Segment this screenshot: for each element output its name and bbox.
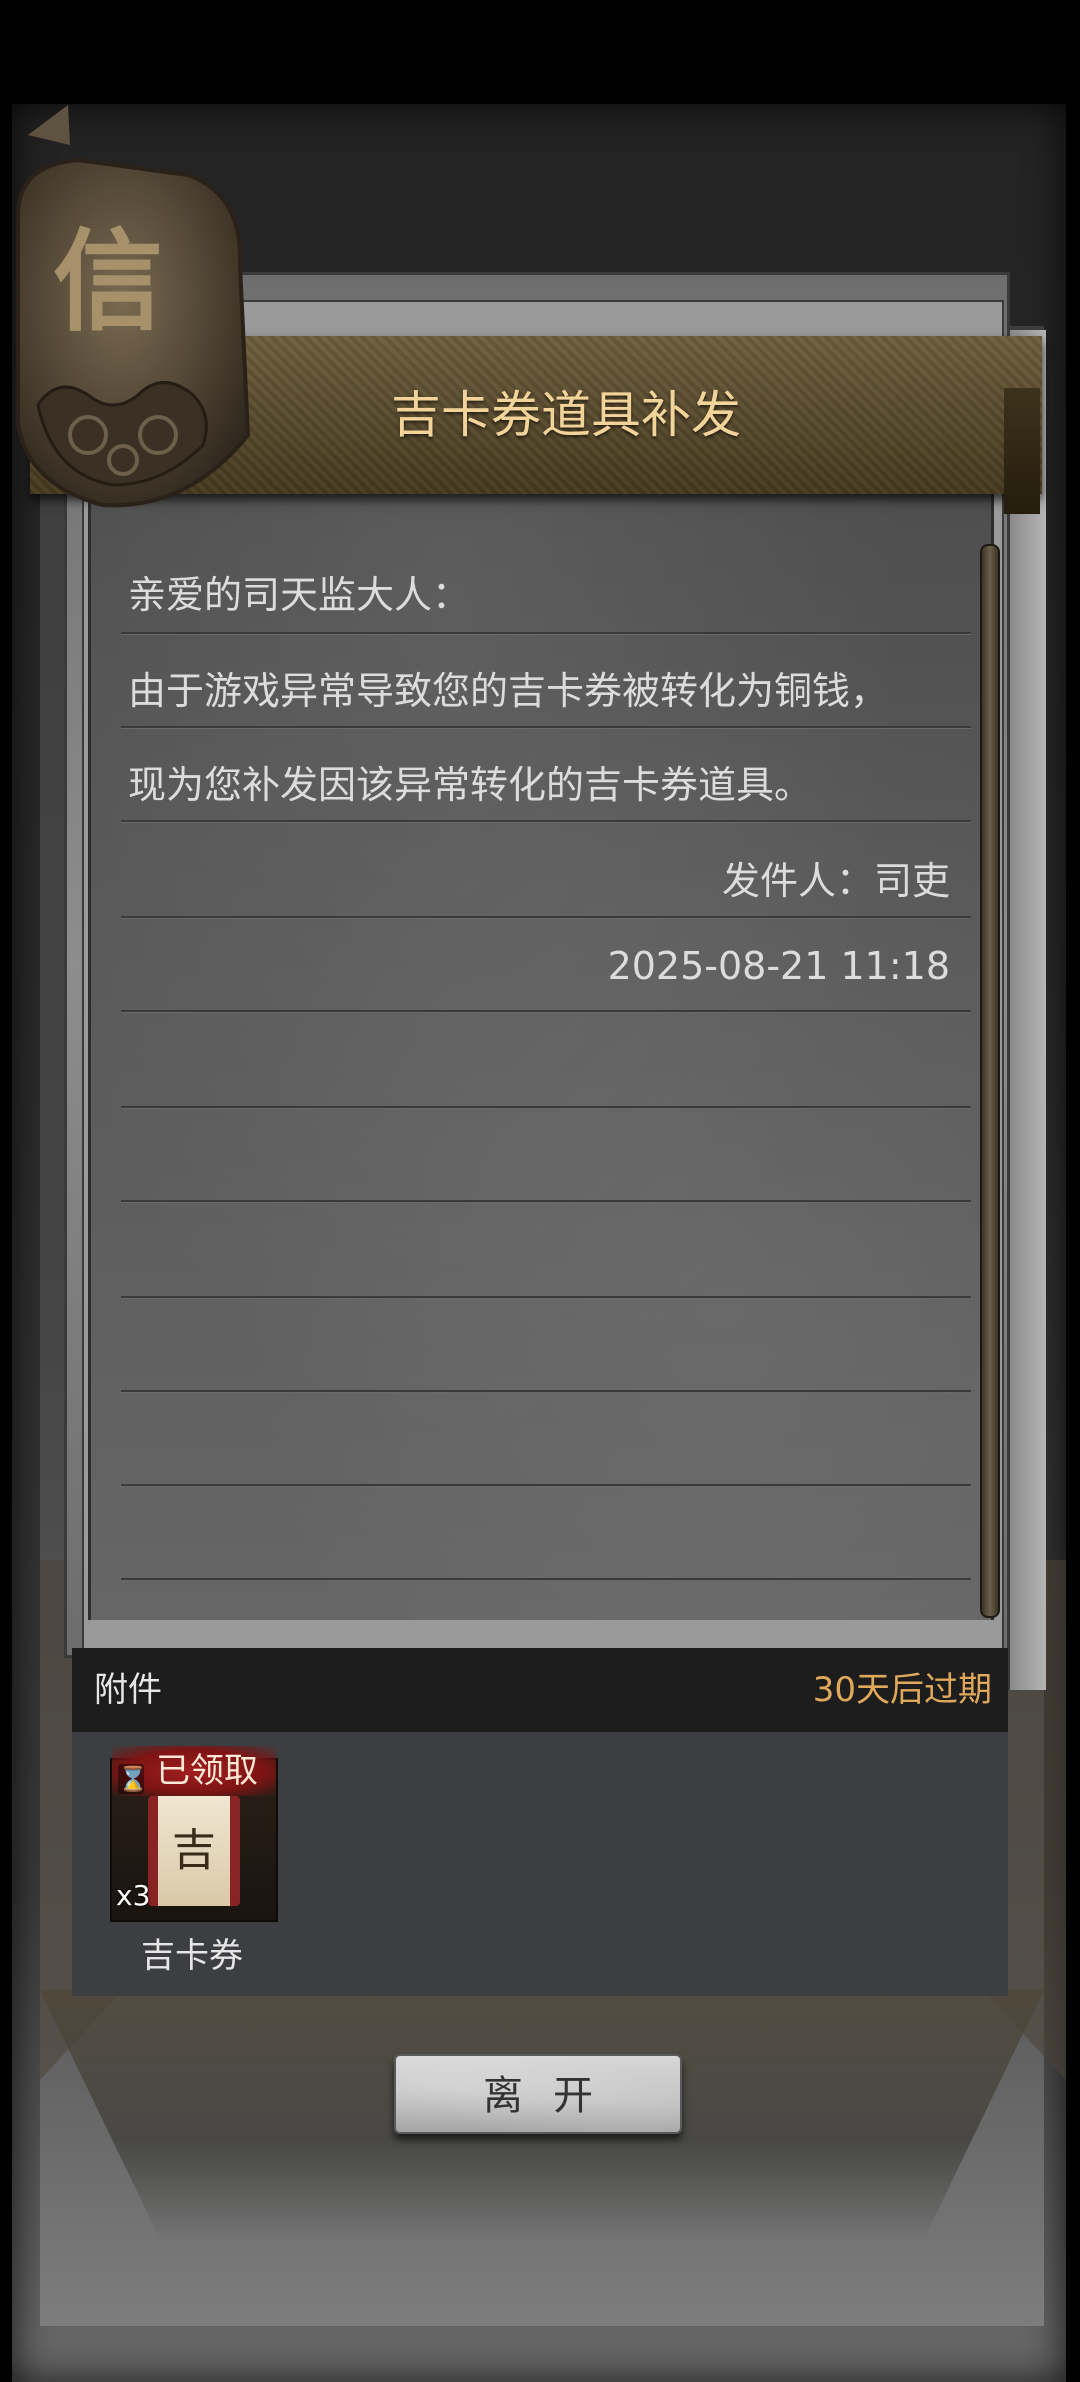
seal-char: 信 — [53, 217, 163, 346]
paper-rule — [121, 1200, 971, 1203]
paper-sheet-edge — [1008, 330, 1046, 1690]
attachment-expiry: 30天后过期 — [812, 1670, 992, 1710]
attachment-item-jikaquan[interactable]: 吉 已领取 ⌛ x3 — [110, 1746, 278, 1922]
banner-tail — [1004, 388, 1040, 514]
paper-rule — [121, 1578, 971, 1581]
letter-paper[interactable] — [88, 470, 994, 1620]
letter-greeting: 亲爱的司天监大人： — [128, 573, 471, 617]
paper-rule — [121, 820, 971, 823]
paper-rule — [121, 1390, 971, 1393]
letter-seal-icon: 信 — [8, 105, 258, 515]
mail-screen: 亲爱的司天监大人： 由于游戏异常导致您的吉卡券被转化为铜钱， 现为您补发因该异常… — [0, 0, 1080, 2382]
item-count: x3 — [116, 1879, 151, 1912]
attachment-list: 吉 已领取 ⌛ x3 吉卡券 — [72, 1732, 1008, 1996]
letter-body-line-1: 由于游戏异常导致您的吉卡券被转化为铜钱， — [128, 669, 889, 713]
letter-scrollbar[interactable] — [980, 544, 1000, 1618]
paper-rule — [121, 1010, 971, 1013]
letter-body-line-2: 现为您补发因该异常转化的吉卡券道具。 — [128, 763, 813, 807]
letter-timestamp: 2025-08-21 11:18 — [607, 944, 950, 988]
paper-rule — [121, 916, 971, 919]
letter-sender: 发件人：司吏 — [721, 859, 950, 903]
attachment-header: 附件 30天后过期 — [72, 1648, 1008, 1732]
paper-rule — [121, 1296, 971, 1299]
jikaquan-item-icon: 吉 — [148, 1796, 240, 1906]
attachment-item-name: 吉卡券 — [141, 1936, 243, 1976]
paper-rule — [121, 1484, 971, 1487]
hourglass-icon: ⌛ — [118, 1764, 148, 1794]
leave-button[interactable]: 离开 — [394, 2054, 682, 2134]
paper-rule — [121, 726, 971, 729]
paper-rule — [121, 632, 971, 635]
attachment-label: 附件 — [94, 1670, 162, 1710]
paper-rule — [121, 1106, 971, 1109]
